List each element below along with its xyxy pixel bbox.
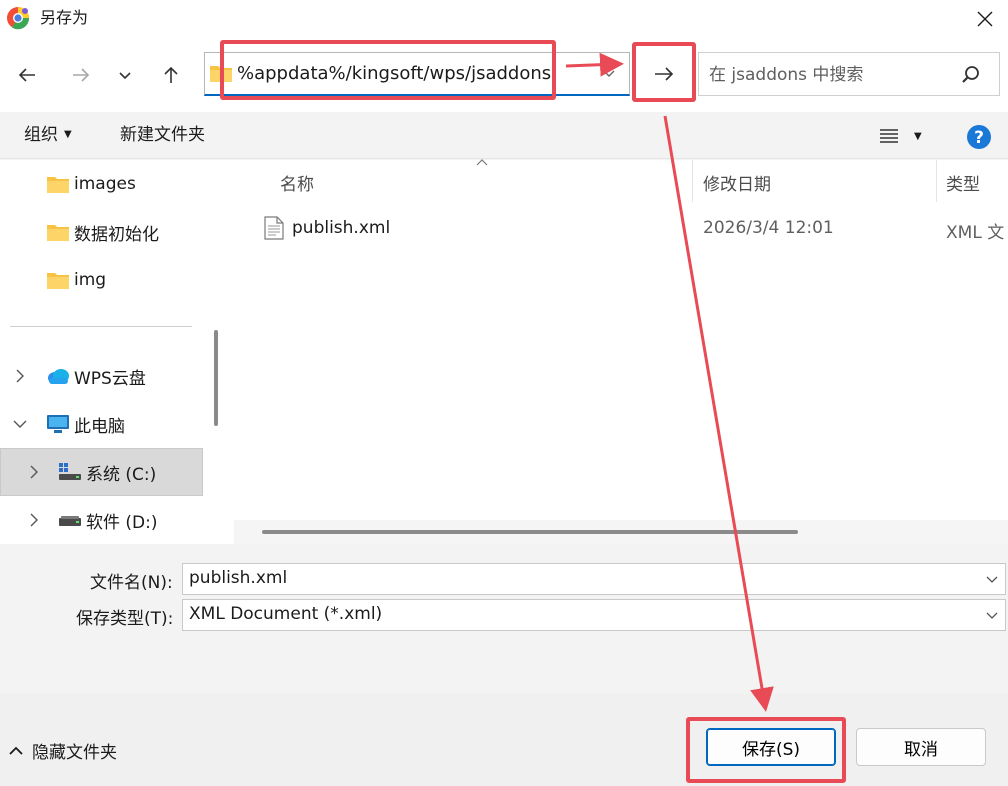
file-modified: 2026/3/4 12:01 xyxy=(703,218,834,238)
nav-item-system-c[interactable]: 系统 (C:) xyxy=(58,449,156,495)
column-divider[interactable] xyxy=(692,160,693,202)
nav-item-wps-cloud[interactable]: WPS云盘 xyxy=(46,353,146,399)
save-button[interactable]: 保存(S) xyxy=(706,728,836,766)
nav-item-software-d[interactable]: 软件 (D:) xyxy=(58,497,158,543)
system-drive-icon xyxy=(59,463,81,480)
up-button[interactable] xyxy=(156,60,186,90)
nav-item-data-init[interactable]: 数据初始化 xyxy=(46,209,159,255)
nav-item-img[interactable]: img xyxy=(46,257,106,303)
search-icon[interactable] xyxy=(961,65,981,85)
filetype-value: XML Document (*.xml) xyxy=(189,604,383,624)
title-bar: 另存为 xyxy=(0,0,1008,38)
chevron-down-icon[interactable] xyxy=(985,608,999,622)
file-type: XML 文 xyxy=(946,223,1005,243)
nav-scrollbar-thumb[interactable] xyxy=(214,330,218,426)
dropdown-triangle-icon: ▼ xyxy=(64,129,72,140)
recent-locations-button[interactable] xyxy=(110,60,140,90)
help-icon[interactable]: ? xyxy=(966,124,992,150)
filetype-label: 保存类型(T): xyxy=(76,609,174,629)
filename-combobox[interactable] xyxy=(182,563,1006,595)
column-header-type[interactable]: 类型 xyxy=(946,170,980,195)
drive-icon xyxy=(59,516,81,526)
folder-icon xyxy=(47,225,69,241)
search-box[interactable] xyxy=(698,52,1000,96)
navigation-pane: images 数据初始化 img WPS云盘 此电脑 系统 (C:) 软件 (D… xyxy=(0,160,204,544)
hide-folders-toggle[interactable]: 隐藏文件夹 xyxy=(8,738,117,763)
go-button[interactable] xyxy=(634,52,694,96)
folder-icon xyxy=(47,273,69,289)
organize-menu[interactable]: 组织 ▼ xyxy=(24,124,72,146)
file-icon xyxy=(264,216,284,240)
address-text[interactable]: %appdata%/kingsoft/wps/jsaddons xyxy=(237,63,555,85)
svg-text:?: ? xyxy=(974,128,984,148)
nav-scrollbar-track[interactable] xyxy=(204,160,234,544)
go-arrow-icon xyxy=(655,67,674,81)
cancel-button[interactable]: 取消 xyxy=(856,728,986,766)
text-caret xyxy=(553,63,555,85)
app-logo-icon xyxy=(7,7,30,30)
chevron-right-icon[interactable] xyxy=(26,512,42,528)
close-button[interactable] xyxy=(962,0,1008,38)
address-dropdown-icon[interactable] xyxy=(601,65,617,81)
hscrollbar-thumb[interactable] xyxy=(262,530,798,534)
file-name: publish.xml xyxy=(292,218,391,238)
forward-arrow-icon xyxy=(73,68,90,82)
search-input[interactable] xyxy=(709,64,949,86)
dropdown-triangle-icon: ▼ xyxy=(914,130,922,142)
view-options-button[interactable]: ▼ xyxy=(878,124,930,148)
view-list-icon xyxy=(880,129,898,143)
back-arrow-icon xyxy=(18,68,35,82)
back-button[interactable] xyxy=(12,60,42,90)
cloud-icon xyxy=(48,369,69,384)
sort-ascending-icon xyxy=(476,159,488,166)
chevron-right-icon[interactable] xyxy=(12,368,28,384)
column-divider[interactable] xyxy=(936,160,937,202)
chevron-down-icon xyxy=(119,72,131,80)
chevron-down-icon[interactable] xyxy=(985,572,999,586)
folder-icon xyxy=(210,66,232,82)
close-icon xyxy=(977,11,993,27)
new-folder-button[interactable]: 新建文件夹 xyxy=(120,124,205,146)
filename-label: 文件名(N): xyxy=(90,573,173,593)
file-list-hscrollbar[interactable] xyxy=(234,520,1008,544)
chevron-right-icon[interactable] xyxy=(26,464,42,480)
window-title: 另存为 xyxy=(40,8,89,27)
nav-item-this-pc[interactable]: 此电脑 xyxy=(46,401,125,447)
file-list: 名称 修改日期 类型 publish.xml 2026/3/4 12:01 XM… xyxy=(234,159,1008,520)
table-row[interactable]: publish.xml 2026/3/4 12:01 XML 文 xyxy=(234,208,1008,248)
column-header-name[interactable]: 名称 xyxy=(280,170,314,195)
command-bar: 组织 ▼ 新建文件夹 ▼ xyxy=(0,112,1008,159)
nav-divider xyxy=(10,326,192,327)
filetype-select[interactable]: XML Document (*.xml) xyxy=(182,599,1006,631)
chevron-down-icon[interactable] xyxy=(12,416,28,432)
forward-button[interactable] xyxy=(66,60,96,90)
filename-input[interactable] xyxy=(189,568,949,588)
dialog-footer: 隐藏文件夹 保存(S) 取消 xyxy=(0,694,1008,786)
up-arrow-icon xyxy=(164,66,178,83)
column-header-modified[interactable]: 修改日期 xyxy=(703,170,771,195)
computer-icon xyxy=(47,415,69,433)
navigation-bar: %appdata%/kingsoft/wps/jsaddons xyxy=(0,38,1008,112)
chevron-up-icon xyxy=(9,746,23,755)
nav-item-images[interactable]: images xyxy=(46,161,136,207)
address-bar[interactable]: %appdata%/kingsoft/wps/jsaddons xyxy=(204,52,630,96)
folder-icon xyxy=(47,177,69,193)
